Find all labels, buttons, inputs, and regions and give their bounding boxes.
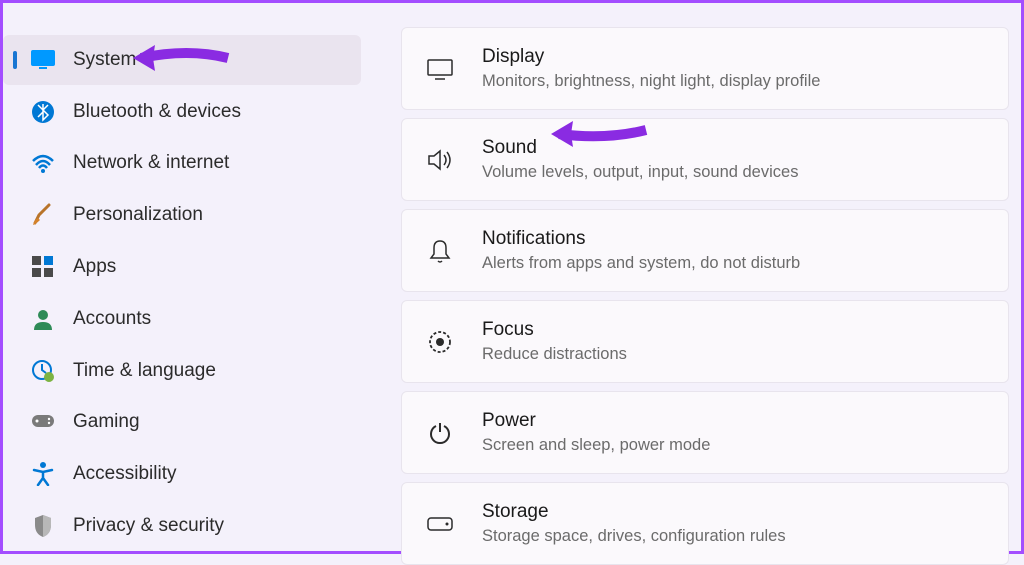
sidebar-item-label: Personalization <box>73 204 203 226</box>
wifi-icon <box>29 149 57 177</box>
setting-subtitle: Reduce distractions <box>482 345 627 364</box>
setting-subtitle: Monitors, brightness, night light, displ… <box>482 72 820 91</box>
setting-text: Focus Reduce distractions <box>482 319 627 364</box>
setting-text: Storage Storage space, drives, configura… <box>482 501 786 546</box>
setting-text: Display Monitors, brightness, night ligh… <box>482 46 820 91</box>
sidebar-item-network[interactable]: Network & internet <box>3 139 361 189</box>
sidebar-item-label: Apps <box>73 256 116 278</box>
bluetooth-icon <box>29 98 57 126</box>
sidebar-item-label: System <box>73 49 136 71</box>
person-icon <box>29 305 57 333</box>
setting-title: Display <box>482 46 820 68</box>
setting-card-display[interactable]: Display Monitors, brightness, night ligh… <box>401 27 1009 110</box>
setting-title: Sound <box>482 137 798 159</box>
setting-subtitle: Storage space, drives, configuration rul… <box>482 527 786 546</box>
sidebar-item-label: Accessibility <box>73 463 176 485</box>
gamepad-icon <box>29 408 57 436</box>
setting-card-focus[interactable]: Focus Reduce distractions <box>401 300 1009 383</box>
bell-icon <box>422 233 458 269</box>
speaker-icon <box>422 142 458 178</box>
setting-text: Power Screen and sleep, power mode <box>482 410 710 455</box>
sidebar-item-time[interactable]: Time & language <box>3 346 361 396</box>
setting-card-notifications[interactable]: Notifications Alerts from apps and syste… <box>401 209 1009 292</box>
main-content: Display Monitors, brightness, night ligh… <box>373 3 1021 551</box>
sidebar-item-accessibility[interactable]: Accessibility <box>3 449 361 499</box>
setting-text: Sound Volume levels, output, input, soun… <box>482 137 798 182</box>
display-icon <box>29 46 57 74</box>
paintbrush-icon <box>29 201 57 229</box>
setting-card-power[interactable]: Power Screen and sleep, power mode <box>401 391 1009 474</box>
sidebar-item-label: Privacy & security <box>73 515 224 537</box>
clock-globe-icon <box>29 357 57 385</box>
setting-title: Storage <box>482 501 786 523</box>
sidebar-item-personalization[interactable]: Personalization <box>3 190 361 240</box>
setting-title: Focus <box>482 319 627 341</box>
drive-icon <box>422 506 458 542</box>
focus-icon <box>422 324 458 360</box>
shield-icon <box>29 512 57 540</box>
monitor-icon <box>422 51 458 87</box>
sidebar-item-apps[interactable]: Apps <box>3 242 361 292</box>
setting-text: Notifications Alerts from apps and syste… <box>482 228 800 273</box>
sidebar-item-label: Network & internet <box>73 152 229 174</box>
sidebar-item-label: Bluetooth & devices <box>73 101 241 123</box>
setting-subtitle: Volume levels, output, input, sound devi… <box>482 163 798 182</box>
power-icon <box>422 415 458 451</box>
setting-title: Notifications <box>482 228 800 250</box>
apps-icon <box>29 253 57 281</box>
setting-subtitle: Alerts from apps and system, do not dist… <box>482 254 800 273</box>
sidebar-item-bluetooth[interactable]: Bluetooth & devices <box>3 87 361 137</box>
sidebar-item-privacy[interactable]: Privacy & security <box>3 501 361 551</box>
setting-card-sound[interactable]: Sound Volume levels, output, input, soun… <box>401 118 1009 201</box>
sidebar-item-label: Gaming <box>73 411 140 433</box>
setting-card-storage[interactable]: Storage Storage space, drives, configura… <box>401 482 1009 565</box>
setting-subtitle: Screen and sleep, power mode <box>482 436 710 455</box>
sidebar-item-label: Time & language <box>73 360 216 382</box>
sidebar-item-accounts[interactable]: Accounts <box>3 294 361 344</box>
sidebar-item-gaming[interactable]: Gaming <box>3 398 361 448</box>
setting-title: Power <box>482 410 710 432</box>
sidebar-item-label: Accounts <box>73 308 151 330</box>
accessibility-icon <box>29 460 57 488</box>
sidebar-nav: System Bluetooth & devices Network & int… <box>3 3 373 551</box>
sidebar-item-system[interactable]: System <box>3 35 361 85</box>
